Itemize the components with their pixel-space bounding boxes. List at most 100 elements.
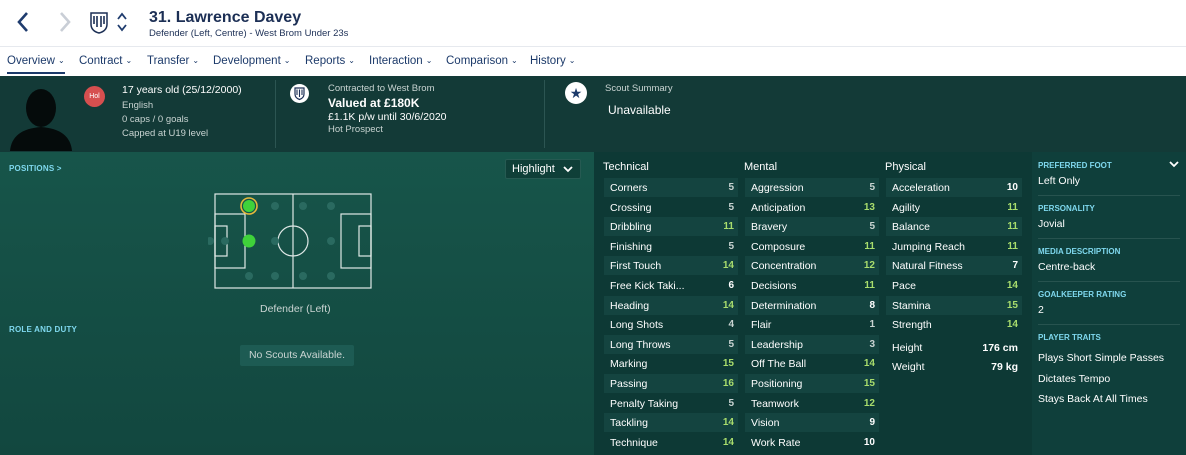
weight-value: 79 kg xyxy=(991,361,1018,373)
attribute-row: Finishing 5 xyxy=(604,237,738,256)
chevron-down-icon xyxy=(563,160,573,186)
weight-label: Weight xyxy=(892,361,925,373)
menu-contract[interactable]: Contract ⌄ xyxy=(79,55,132,67)
attribute-name: Pace xyxy=(892,280,916,292)
attribute-row: Natural Fitness 7 xyxy=(886,256,1022,276)
attribute-name: Jumping Reach xyxy=(892,240,965,253)
attribute-name: Agility xyxy=(892,201,921,214)
back-arrow-icon[interactable] xyxy=(16,10,36,36)
position-dot-left-back xyxy=(243,200,255,212)
attribute-name: Decisions xyxy=(751,280,797,292)
menu-transfer[interactable]: Transfer ⌄ xyxy=(147,55,199,67)
positions-link[interactable]: POSITIONS > xyxy=(9,164,62,173)
menu-overview[interactable]: Overview ⌄ xyxy=(7,55,65,74)
separator xyxy=(1038,195,1180,196)
trait-item: Stays Back At All Times xyxy=(1038,393,1148,405)
pitch-diagram xyxy=(208,193,372,289)
attribute-row: Flair 1 xyxy=(745,315,879,334)
menu-interaction[interactable]: Interaction ⌄ xyxy=(369,55,432,67)
attribute-row: Determination 8 xyxy=(745,295,879,315)
attribute-name: Heading xyxy=(610,299,650,312)
attribute-name: Strength xyxy=(892,319,932,332)
attribute-row: Bravery 5 xyxy=(745,217,879,237)
attribute-name: Leadership xyxy=(751,338,803,351)
menu-reports[interactable]: Reports ⌄ xyxy=(305,55,355,67)
attribute-value: 8 xyxy=(869,299,875,311)
attribute-name: Technique xyxy=(610,436,658,449)
attribute-value: 12 xyxy=(863,397,875,409)
chevron-down-icon: ⌄ xyxy=(125,56,133,65)
attribute-row: Technique 14 xyxy=(604,433,738,452)
attribute-name: Passing xyxy=(610,378,648,390)
scout-summary-value[interactable]: Unavailable xyxy=(608,103,671,117)
menu-history[interactable]: History ⌄ xyxy=(530,55,575,67)
preferred-foot-label: PREFERRED FOOT xyxy=(1038,161,1112,170)
highlight-dropdown[interactable]: Highlight xyxy=(505,159,581,179)
attribute-name: Finishing xyxy=(610,240,653,253)
attribute-value: 14 xyxy=(1006,280,1018,291)
attribute-value: 14 xyxy=(722,260,734,272)
attribute-row: Long Throws 5 xyxy=(604,334,738,354)
no-scouts-message: No Scouts Available. xyxy=(240,345,354,366)
separator xyxy=(1038,281,1180,282)
attribute-value: 14 xyxy=(722,436,734,448)
attribute-row: First Touch 14 xyxy=(604,256,738,276)
attribute-value: 1 xyxy=(869,319,875,331)
attribute-row: Heading 14 xyxy=(604,295,738,315)
contract-label: Contracted to West Brom xyxy=(328,83,435,94)
attribute-name: Determination xyxy=(751,299,817,312)
technical-header: Technical xyxy=(603,161,649,173)
club-crest-icon xyxy=(90,12,108,34)
player-wage: £1.1K p/w until 30/6/2020 xyxy=(328,111,447,123)
chevron-down-icon[interactable] xyxy=(1168,158,1180,173)
attribute-value: 5 xyxy=(869,182,875,193)
attribute-value: 5 xyxy=(728,397,734,409)
attribute-value: 7 xyxy=(1012,260,1018,272)
separator xyxy=(1038,238,1180,239)
player-nationality: English xyxy=(122,100,154,111)
attribute-name: Vision xyxy=(751,417,780,430)
attribute-name: Balance xyxy=(892,221,930,234)
attribute-row: Aggression 5 xyxy=(745,178,879,197)
attribute-value: 16 xyxy=(722,378,734,389)
attribute-row: Vision 9 xyxy=(745,413,879,433)
attribute-name: Long Throws xyxy=(610,338,671,351)
goalkeeper-rating-value: 2 xyxy=(1038,304,1044,316)
attribute-name: Penalty Taking xyxy=(610,397,679,410)
attribute-row: Positioning 15 xyxy=(745,374,879,393)
player-value: Valued at £180K xyxy=(328,96,420,110)
menu-comparison[interactable]: Comparison ⌄ xyxy=(446,55,518,67)
menu-label: Interaction xyxy=(369,55,423,67)
chevron-down-icon: ⌄ xyxy=(568,56,576,65)
attribute-name: Free Kick Taki... xyxy=(610,280,685,292)
forward-arrow-icon[interactable] xyxy=(58,10,78,36)
chevron-down-icon: ⌄ xyxy=(57,56,65,65)
player-subtitle: Defender (Left, Centre) - West Brom Unde… xyxy=(149,28,349,39)
menu-label: Transfer xyxy=(147,55,190,67)
attribute-name: Natural Fitness xyxy=(892,260,963,273)
trait-item: Plays Short Simple Passes xyxy=(1038,352,1165,364)
info-divider xyxy=(275,80,276,148)
attribute-row: Work Rate 10 xyxy=(745,433,879,452)
attribute-row: Long Shots 4 xyxy=(604,315,738,334)
details-panel: PREFERRED FOOT Left Only PERSONALITY Jov… xyxy=(1032,152,1186,455)
attribute-row: Jumping Reach 11 xyxy=(886,237,1022,256)
player-silhouette xyxy=(4,81,78,151)
position-text: Defender (Left) xyxy=(260,303,331,315)
highlight-label: Highlight xyxy=(512,163,555,175)
attribute-value: 5 xyxy=(728,240,734,252)
attribute-value: 15 xyxy=(1006,299,1018,311)
attribute-name: Bravery xyxy=(751,221,788,234)
attribute-value: 14 xyxy=(1006,319,1018,331)
chevron-down-icon: ⌄ xyxy=(348,56,355,65)
separator xyxy=(1038,324,1180,325)
info-divider xyxy=(544,80,545,148)
menu-development[interactable]: Development ⌄ xyxy=(213,55,290,67)
player-capped: Capped at U19 level xyxy=(122,128,209,139)
attribute-row: Acceleration 10 xyxy=(886,178,1022,197)
attribute-name: Composure xyxy=(751,240,806,253)
attribute-name: Long Shots xyxy=(610,319,664,332)
club-crest-icon xyxy=(290,84,309,103)
player-switch-icon[interactable] xyxy=(116,11,128,35)
attribute-row: Concentration 12 xyxy=(745,256,879,276)
